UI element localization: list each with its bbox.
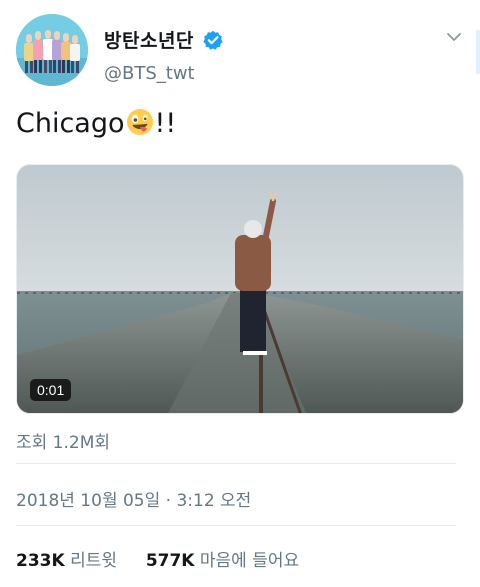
view-count: 조회 1.2M회 — [16, 433, 111, 453]
video-player[interactable]: 0:01 — [16, 164, 464, 414]
timestamp[interactable]: 2018년 10월 05일 · 3:12 오전 — [16, 486, 251, 511]
verified-badge-icon — [203, 30, 223, 50]
tweet-card: 방탄소년단 @BTS_twt Chicago !! 0:01 조회 1.2M회 … — [0, 0, 480, 587]
retweet-count[interactable]: 233K — [16, 551, 65, 571]
retweet-label[interactable]: 리트윗 — [70, 551, 117, 571]
like-label[interactable]: 마음에 들어요 — [200, 551, 299, 571]
chevron-down-icon[interactable] — [446, 28, 462, 41]
tweet-text-suffix: !! — [154, 108, 177, 139]
tweet-text: Chicago !! — [16, 106, 176, 142]
handle[interactable]: @BTS_twt — [104, 63, 223, 84]
display-name[interactable]: 방탄소년단 — [104, 26, 194, 53]
divider — [16, 525, 456, 526]
like-count[interactable]: 577K — [146, 551, 195, 571]
zany-face-emoji-icon — [126, 108, 154, 136]
account-names: 방탄소년단 @BTS_twt — [104, 26, 223, 84]
video-duration: 0:01 — [30, 379, 72, 401]
tweet-text-main: Chicago — [16, 108, 125, 139]
scrollbar[interactable] — [476, 30, 480, 74]
engagement-stats: 233K 리트윗 577K 마음에 들어요 — [16, 546, 299, 571]
avatar[interactable] — [16, 14, 88, 86]
tweet-header: 방탄소년단 @BTS_twt — [16, 14, 468, 88]
divider — [16, 463, 456, 464]
